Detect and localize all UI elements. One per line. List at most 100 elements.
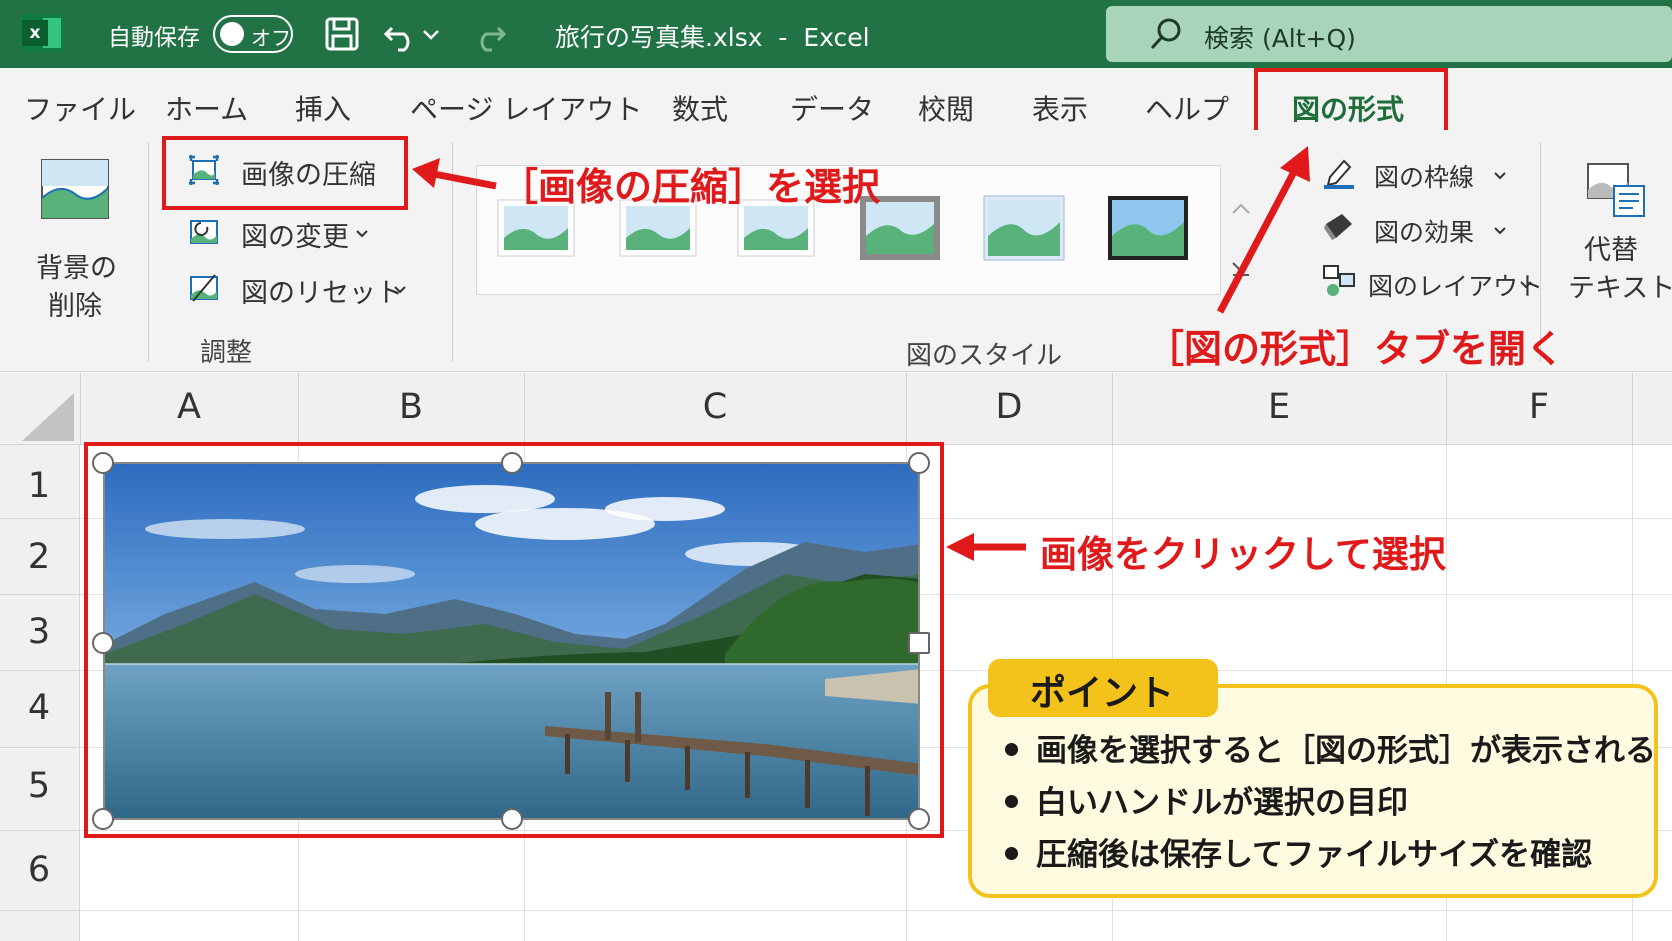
search-icon: [1150, 18, 1181, 50]
chevron-down-icon: [1494, 172, 1506, 180]
search-box[interactable]: 検索 (Alt+Q): [1106, 6, 1672, 62]
chevron-down-icon: [356, 230, 368, 238]
change-picture-icon: [190, 220, 218, 244]
undo-dropdown-icon[interactable]: [420, 14, 442, 54]
point-bullet-text: 白いハンドルが選択の目印: [1036, 785, 1408, 821]
chevron-down-icon: [1520, 281, 1532, 289]
row-divider: [0, 910, 80, 911]
row-divider: [0, 670, 80, 671]
picture-highlight-box: [84, 442, 944, 838]
point-bullet-text: 画像を選択すると［図の形式］が表示される: [1036, 733, 1656, 769]
alt-text-icon: [1587, 163, 1645, 217]
pen-icon: [1324, 159, 1354, 189]
compress-annotation: ［画像の圧縮］を選択: [500, 165, 881, 209]
chevron-down-icon: [1494, 227, 1506, 235]
tab-page-layout[interactable]: ページ レイアウト: [410, 88, 642, 128]
row-header-3[interactable]: 3: [0, 612, 78, 652]
column-header-e[interactable]: E: [1112, 387, 1446, 427]
row-header-4[interactable]: 4: [0, 688, 78, 728]
picture-border-button[interactable]: 図の枠線: [1318, 155, 1518, 197]
row-header-6[interactable]: 6: [0, 850, 78, 890]
reset-picture-icon: [190, 274, 218, 302]
select-all-icon[interactable]: [22, 393, 74, 441]
row-header-5[interactable]: 5: [0, 766, 78, 806]
change-picture-button[interactable]: 図の変更: [178, 212, 398, 256]
column-header-d[interactable]: D: [906, 387, 1112, 427]
row-header-1[interactable]: 1: [0, 466, 78, 506]
column-header-a[interactable]: A: [80, 387, 298, 427]
row-divider: [0, 518, 80, 519]
column-divider: [906, 373, 907, 445]
column-headers: A B C D E F: [0, 373, 1672, 445]
point-bullet: 圧縮後は保存してファイルサイズを確認: [1005, 829, 1592, 874]
row-divider: [0, 594, 80, 595]
click-annotation: 画像をクリックして選択: [1040, 533, 1446, 576]
column-divider: [1112, 373, 1113, 445]
tab-annotation: ［図の形式］タブを開く: [1146, 327, 1565, 371]
picture-layout-label: 図のレイアウト: [1368, 272, 1544, 301]
effects-icon: [1324, 214, 1352, 240]
arrow-up-icon: [1216, 146, 1310, 314]
picture-effects-button[interactable]: 図の効果: [1318, 210, 1518, 252]
autosave-label: 自動保存: [108, 25, 200, 51]
tab-view[interactable]: 表示: [1032, 88, 1088, 128]
column-divider: [1446, 373, 1447, 445]
group-separator: [148, 142, 149, 362]
point-title: ポイント: [1030, 673, 1175, 714]
point-bullet: 画像を選択すると［図の形式］が表示される: [1005, 725, 1656, 770]
arrow-left-icon: [412, 158, 497, 190]
row-headers: 1 2 3 4 5 6: [0, 445, 80, 941]
save-icon[interactable]: [322, 14, 362, 54]
column-divider: [80, 373, 81, 445]
column-header-b[interactable]: B: [298, 387, 524, 427]
alt-text-label-2: テキスト: [1568, 273, 1672, 304]
autosave-toggle[interactable]: オフ: [213, 15, 293, 53]
compress-highlight-box: [162, 136, 408, 210]
remove-background-label-2: 削除: [48, 291, 102, 322]
tab-formulas[interactable]: 数式: [672, 88, 728, 128]
reset-picture-label: 図のリセット: [241, 278, 403, 309]
point-bullet: 白いハンドルが選択の目印: [1005, 777, 1408, 822]
grid-line: [80, 910, 1672, 911]
redo-icon[interactable]: [468, 14, 508, 54]
alt-text-button[interactable]: 代替 テキスト: [1560, 150, 1672, 320]
remove-background-button[interactable]: 背景の 削除: [20, 148, 130, 338]
row-divider: [0, 830, 80, 831]
undo-icon[interactable]: [382, 14, 422, 54]
change-picture-label: 図の変更: [241, 222, 349, 253]
arrow-left-icon: [946, 533, 1026, 561]
layout-icon: [1323, 265, 1355, 296]
tab-insert[interactable]: 挿入: [295, 88, 351, 128]
autosave-state: オフ: [251, 26, 291, 50]
chevron-down-icon: [394, 286, 406, 294]
column-divider: [1632, 373, 1633, 445]
document-title: 旅行の写真集.xlsx - Excel: [555, 23, 870, 52]
tab-help[interactable]: ヘルプ: [1145, 88, 1229, 128]
picture-style-thumb[interactable]: [1106, 192, 1190, 264]
tab-review[interactable]: 校閲: [918, 88, 974, 128]
adjust-group-label: 調整: [200, 338, 253, 368]
column-header-f[interactable]: F: [1446, 387, 1632, 427]
remove-background-icon: [41, 159, 109, 219]
excel-logo-icon: x: [20, 14, 64, 52]
picture-border-label: 図の枠線: [1374, 163, 1475, 192]
picture-styles-group-label: 図のスタイル: [906, 341, 1063, 371]
row-header-2[interactable]: 2: [0, 537, 78, 577]
column-header-c[interactable]: C: [524, 387, 906, 427]
toggle-knob: [220, 22, 244, 46]
alt-text-label-1: 代替: [1584, 235, 1638, 266]
reset-picture-button[interactable]: 図のリセット: [178, 268, 418, 312]
point-bullet-text: 圧縮後は保存してファイルサイズを確認: [1036, 837, 1593, 873]
column-divider: [524, 373, 525, 445]
remove-background-label-1: 背景の: [36, 253, 117, 284]
column-divider: [298, 373, 299, 445]
picture-layout-button[interactable]: 図のレイアウト: [1318, 264, 1543, 306]
tab-file[interactable]: ファイル: [24, 88, 136, 128]
row-divider: [0, 747, 80, 748]
tab-home[interactable]: ホーム: [165, 88, 248, 128]
picture-style-thumb[interactable]: [982, 192, 1066, 264]
picture-effects-label: 図の効果: [1374, 218, 1475, 247]
title-bar: x 自動保存 オフ 旅行の写真集.xlsx - Excel 検索 (Alt+Q): [0, 0, 1672, 68]
tab-data[interactable]: データ: [790, 88, 874, 128]
search-placeholder: 検索 (Alt+Q): [1204, 24, 1356, 53]
